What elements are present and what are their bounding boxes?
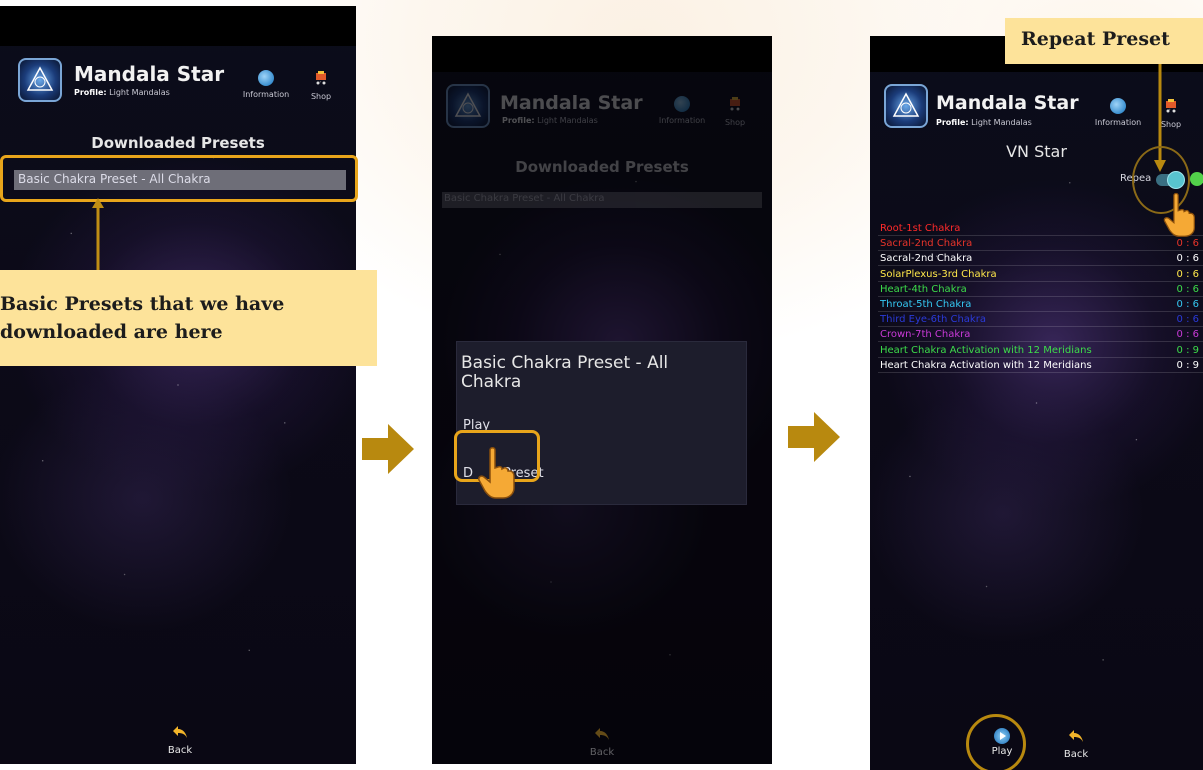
tap-hand-icon [478, 447, 515, 499]
track-name: Sacral-2nd Chakra [880, 253, 973, 265]
phone-screen-2: Mandala Star Profile: Light Mandalas Inf… [432, 36, 772, 764]
track-row[interactable]: Sacral-2nd Chakra 0 : 6 [878, 252, 1203, 267]
tap-hand-icon [1163, 192, 1195, 237]
track-row[interactable]: Crown-7th Chakra 0 : 6 [878, 328, 1203, 343]
status-indicator [1190, 172, 1203, 186]
track-name: SolarPlexus-3rd Chakra [880, 268, 997, 280]
track-row[interactable]: SolarPlexus-3rd Chakra 0 : 6 [878, 268, 1203, 282]
callout-note: Basic Presets that we have downloaded ar… [0, 270, 377, 366]
phone-screen-1: Mandala Star Profile: Light Mandalas Inf… [0, 6, 356, 764]
track-row[interactable]: Heart Chakra Activation with 12 Meridian… [878, 359, 1203, 373]
track-row[interactable]: Heart Chakra Activation with 12 Meridian… [878, 344, 1203, 358]
track-duration: 0 : 9 [1176, 344, 1199, 356]
track-row[interactable]: Heart-4th Chakra 0 : 6 [878, 283, 1203, 297]
callout-pointer-line [92, 198, 104, 270]
flow-arrow-2 [788, 412, 840, 462]
track-name: Crown-7th Chakra [880, 329, 971, 341]
back-arrow-icon [595, 728, 609, 740]
status-bar [0, 6, 356, 46]
back-button[interactable]: Back [580, 726, 624, 758]
information-icon [1110, 98, 1126, 114]
track-row[interactable]: Third Eye-6th Chakra 0 : 6 [878, 313, 1203, 328]
track-row[interactable]: Throat-5th Chakra 0 : 6 [878, 298, 1203, 312]
preset-highlight-box [0, 155, 358, 202]
app-title: Mandala Star [74, 62, 225, 86]
information-button[interactable]: Information [1090, 98, 1146, 127]
track-name: Sacral-2nd Chakra [880, 238, 973, 250]
repeat-preset-note: Repeat Preset [1005, 18, 1203, 64]
track-duration: 0 : 6 [1176, 283, 1199, 295]
track-name: Heart-4th Chakra [880, 283, 967, 295]
track-row[interactable]: Root-1st Chakra [878, 222, 1203, 236]
back-arrow-icon [1069, 730, 1083, 742]
track-duration: 0 : 9 [1176, 359, 1199, 371]
track-duration: 0 : 6 [1176, 253, 1199, 265]
section-title: Downloaded Presets [91, 134, 265, 152]
track-duration: 0 : 6 [1176, 238, 1199, 250]
app-logo [18, 58, 62, 102]
back-button[interactable]: Back [158, 724, 202, 756]
track-row[interactable]: Sacral-2nd Chakra 0 : 6 [878, 237, 1203, 252]
track-list: Root-1st Chakra Sacral-2nd Chakra 0 : 6 Sac… [878, 222, 1203, 373]
track-name: Root-1st Chakra [880, 223, 961, 234]
track-name: Heart Chakra Activation with 12 Meridian… [880, 359, 1092, 371]
track-duration: 0 : 6 [1176, 299, 1199, 310]
track-name: Third Eye-6th Chakra [880, 314, 986, 326]
flow-arrow-1 [362, 424, 414, 474]
app-title: Mandala Star [936, 92, 1079, 114]
track-name: Throat-5th Chakra [880, 299, 972, 310]
information-icon [258, 70, 274, 86]
play-button-highlight [966, 714, 1026, 770]
profile-label: Profile: Light Mandalas [936, 118, 1032, 127]
track-duration: 0 : 6 [1176, 314, 1199, 326]
dialog-title: Basic Chakra Preset - All Chakra [461, 353, 669, 392]
track-name: Heart Chakra Activation with 12 Meridian… [880, 344, 1092, 356]
information-button[interactable]: Information [238, 70, 294, 99]
track-duration: 0 : 6 [1176, 329, 1199, 341]
app-logo [884, 84, 928, 128]
back-button[interactable]: Back [1054, 728, 1098, 760]
shop-button[interactable]: Shop [306, 70, 336, 101]
profile-label: Profile: Light Mandalas [74, 88, 170, 97]
back-arrow-icon [173, 726, 187, 738]
track-duration: 0 : 6 [1176, 268, 1199, 280]
shop-cart-icon [316, 71, 326, 85]
